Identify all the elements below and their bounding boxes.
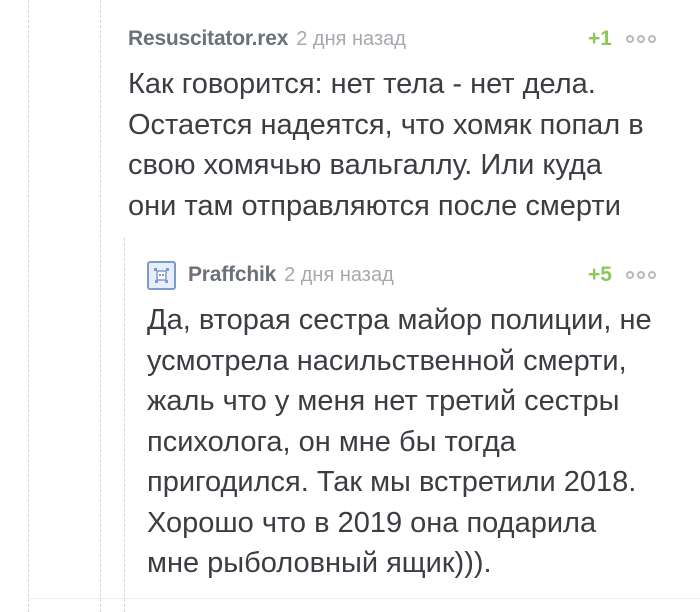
comment-rating: +5 [588, 260, 656, 290]
more-dots-icon[interactable] [626, 35, 656, 43]
divider [28, 598, 700, 599]
comment-rating: +1 [588, 24, 656, 54]
comment-time[interactable]: 2 дня назад [284, 264, 394, 287]
comment-header: Praffchik 2 дня назад [147, 260, 656, 290]
thread-line-level-1 [100, 0, 101, 612]
more-dots-icon[interactable] [626, 271, 656, 279]
rating-score: +5 [588, 263, 612, 286]
comment-time[interactable]: 2 дня назад [296, 28, 406, 51]
comment-header: Resuscitator.rex 2 дня назад [128, 24, 656, 54]
comment-resuscitator: Resuscitator.rex 2 дня назад +1 Как гово… [128, 24, 656, 226]
thread-line-outer [28, 0, 29, 612]
rating-score: +1 [588, 27, 612, 50]
avatar-icon[interactable] [147, 260, 176, 290]
author-name[interactable]: Resuscitator.rex [128, 27, 288, 51]
comment-text: Как говорится: нет тела - нет дела. Оста… [128, 68, 644, 222]
author-name[interactable]: Praffchik [188, 263, 276, 287]
comment-text: Да, вторая сестра майор полиции, не усмо… [147, 304, 652, 579]
comment-praffchik: Praffchik 2 дня назад +5 Да, вторая сест… [147, 260, 656, 584]
thread-line-level-2 [124, 238, 125, 612]
